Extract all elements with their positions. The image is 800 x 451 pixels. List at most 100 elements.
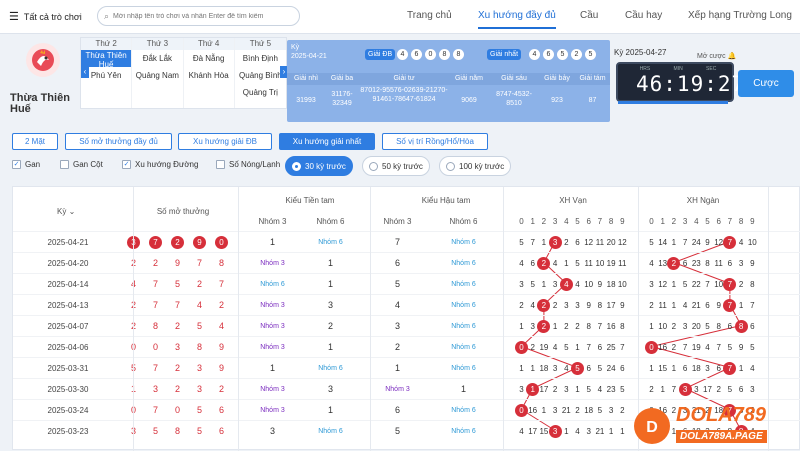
digit-header: 7 xyxy=(727,217,733,226)
results-panel: Kỳ 2025-04-21 Giải ĐB 4 6 0 8 8 Giải nhấ… xyxy=(287,40,610,122)
day-item-khanh-hoa[interactable]: Khánh Hòa xyxy=(184,67,234,84)
table-row: 2025-03-3013232Nhóm 33Nhóm 3131172315423… xyxy=(13,378,800,399)
group-cell-tt6: 1 xyxy=(327,405,333,415)
trend-gap-value: 5 xyxy=(564,343,569,352)
trend-gap-value: 6 xyxy=(575,238,580,247)
check-gan-cot[interactable]: Gan Cột xyxy=(60,160,103,169)
check-label: Gan Cột xyxy=(73,160,103,169)
drawn-number: 2 xyxy=(174,321,180,331)
trend-gap-value: 7 xyxy=(750,301,755,310)
day-item-da-nang[interactable]: Đà Nẵng xyxy=(184,50,234,67)
results-value: 923 xyxy=(551,97,563,104)
drawn-number: 5 xyxy=(174,279,180,289)
trend-gap-value: 2 xyxy=(716,385,721,394)
checkbox-empty-icon[interactable] xyxy=(60,160,69,169)
search-input[interactable] xyxy=(113,12,294,20)
day-item-quang-tri[interactable]: Quảng Trị xyxy=(235,84,286,101)
check-label: Xu hướng Đường xyxy=(135,160,199,169)
trend-hit-ball: 7 xyxy=(723,299,737,312)
mode-dragon-tiger[interactable]: Số vị trí Rồng/Hổ/Hòa xyxy=(382,133,488,150)
mode-full-numbers[interactable]: Số mở thưởng đầy đủ xyxy=(65,133,172,150)
trend-gap-value: 3 xyxy=(682,322,688,331)
drawn-number: 2 xyxy=(218,384,224,394)
period-100[interactable]: 100 kỳ trước xyxy=(439,156,512,176)
giai-db-ball: 8 xyxy=(453,49,464,60)
open-bet-label: Mở cược 🔔 xyxy=(697,52,736,60)
result-date: 2025-04-21 xyxy=(291,53,327,60)
province-logo xyxy=(26,43,60,77)
check-trend-line[interactable]: ✓ Xu hướng Đường xyxy=(122,160,198,169)
day-item-hue[interactable]: Thừa Thiên Huế xyxy=(81,50,132,69)
trend-gap-value: 2 xyxy=(530,343,535,352)
trend-gap-value: 2 xyxy=(564,322,569,331)
check-gan[interactable]: ✓ Gan xyxy=(12,160,40,169)
trend-gap-value: 4 xyxy=(552,259,558,268)
bet-button[interactable]: Cược xyxy=(738,70,794,97)
period-50[interactable]: 50 kỳ trước xyxy=(362,156,430,176)
results-header: Giải sáu xyxy=(501,75,527,82)
day-col-wed: Thứ 4 Đà Nẵng Khánh Hòa xyxy=(183,38,235,108)
day-head: Thứ 5 xyxy=(234,38,286,50)
day-item-quang-nam[interactable]: Quảng Nam xyxy=(132,67,182,84)
trend-gap-value: 19 xyxy=(539,343,549,352)
day-item-binh-dinh[interactable]: Bình Định xyxy=(235,50,286,67)
trend-hit-ball: 3 xyxy=(548,236,562,249)
day-item-quang-binh[interactable]: Quảng Bình xyxy=(235,67,286,84)
row-date: 2025-04-06 xyxy=(47,343,89,352)
hamburger-icon: ☰ xyxy=(9,11,19,23)
group-cell-tt6: Nhóm 6 xyxy=(318,428,343,435)
tab-home[interactable]: Trang chủ xyxy=(407,10,452,21)
results-value: 9069 xyxy=(461,97,477,104)
row-date: 2025-03-30 xyxy=(47,385,89,394)
digit-header: 1 xyxy=(530,217,535,226)
checkbox-checked-icon[interactable]: ✓ xyxy=(122,160,131,169)
col-ky[interactable]: Kỳ ⌄ xyxy=(57,207,75,216)
dola789-watermark: D DOLA789 DOLA789A.PAGE xyxy=(632,402,800,450)
day-item-dak-lak[interactable]: Đắk Lắk xyxy=(132,50,182,67)
period-30[interactable]: 30 kỳ trước xyxy=(285,156,353,176)
results-header: Giải năm xyxy=(454,75,483,82)
trend-gap-value: 5 xyxy=(649,238,654,247)
mode-trend-first[interactable]: Xu hướng giải nhất xyxy=(279,133,375,150)
trend-gap-value: 5 xyxy=(597,364,603,373)
trend-gap-value: 1 xyxy=(541,280,547,289)
trend-gap-value: 3 xyxy=(564,385,569,394)
drawn-number: 7 xyxy=(152,405,158,415)
trend-gap-value: 3 xyxy=(705,364,710,373)
drawn-number: 5 xyxy=(196,321,202,331)
all-games-menu-button[interactable]: ☰ Tất cả trò chơi xyxy=(9,10,82,23)
game-search[interactable]: ⌕ xyxy=(97,6,300,26)
tab-ranking[interactable]: Xếp hạng Trường Long xyxy=(688,10,792,21)
day-head: Thứ 2 xyxy=(81,38,132,50)
group-cell-tt6: Nhóm 6 xyxy=(318,239,343,246)
countdown-time: 46:19:27 xyxy=(636,72,746,96)
trend-gap-value: 12 xyxy=(617,238,627,247)
group-cell-tt3: Nhóm 3 xyxy=(260,260,285,267)
mode-2-mat[interactable]: 2 Mặt xyxy=(12,133,58,150)
results-value: 87012-95576-02639-21270-91461-78647-6182… xyxy=(360,87,448,103)
digit-header: 4 xyxy=(564,217,569,226)
digit-header: 7 xyxy=(597,217,603,226)
ky-label: Kỳ xyxy=(291,44,300,51)
trend-gap-value: 5 xyxy=(620,385,625,394)
checkbox-checked-icon[interactable]: ✓ xyxy=(12,160,21,169)
mode-trend-db[interactable]: Xu hướng giải ĐB xyxy=(178,133,272,150)
prev-arrow-icon[interactable]: ‹ xyxy=(81,66,89,78)
trend-gap-value: 7 xyxy=(716,343,721,352)
group-cell-ht3: 5 xyxy=(394,279,400,289)
trend-gap-value: 9 xyxy=(705,238,710,247)
check-hot-cold[interactable]: Số Nóng/Lạnh xyxy=(216,160,280,169)
tab-cau-hay[interactable]: Cầu hay xyxy=(625,10,662,21)
drawn-number: 7 xyxy=(152,300,158,310)
period-label: 30 kỳ trước xyxy=(305,161,346,171)
row-date: 2025-04-20 xyxy=(47,259,89,268)
col-tt-nhom3: Nhóm 3 xyxy=(258,217,287,226)
checkbox-empty-icon[interactable] xyxy=(216,160,225,169)
dola-logo-icon: D xyxy=(634,408,670,444)
tab-full-trend[interactable]: Xu hướng đầy đủ xyxy=(478,10,556,29)
tab-cau[interactable]: Cầu xyxy=(580,10,598,21)
radio-selected-icon xyxy=(292,161,301,171)
drawn-number: 7 xyxy=(218,279,224,289)
trend-gap-value: 1 xyxy=(564,427,569,436)
trend-gap-value: 1 xyxy=(552,322,558,331)
